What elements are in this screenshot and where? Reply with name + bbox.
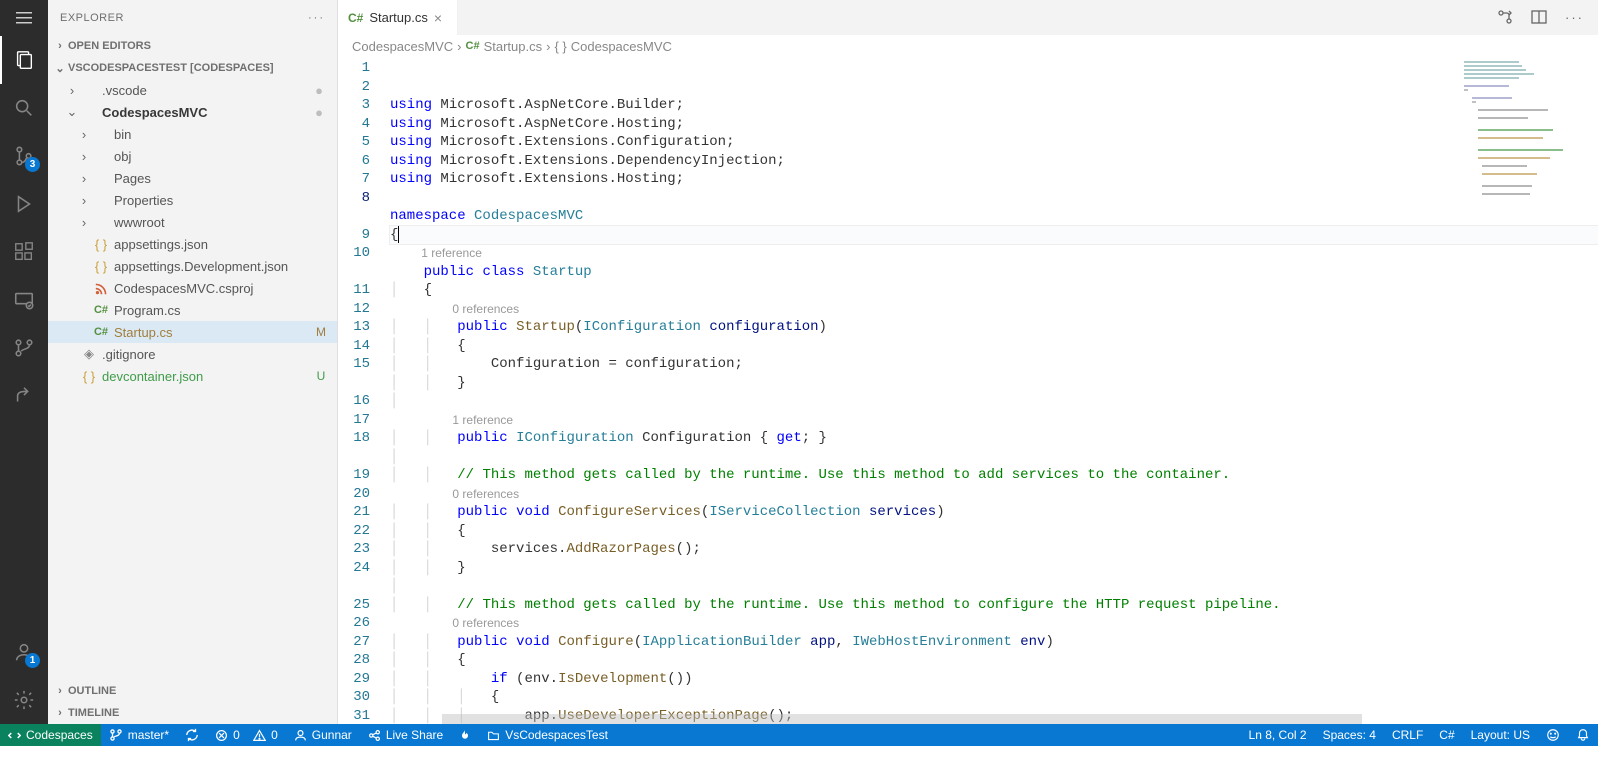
- folder-codespacesmvc[interactable]: ⌄CodespacesMVC●: [48, 101, 337, 123]
- status-bar: Codespaces master* 0 0 Gunnar Live Share…: [0, 724, 1598, 746]
- folder-.vscode[interactable]: ›.vscode●: [48, 79, 337, 101]
- codelens[interactable]: 0 references: [390, 616, 519, 630]
- activity-search[interactable]: [0, 84, 48, 132]
- folder-bin[interactable]: ›bin: [48, 123, 337, 145]
- codelens[interactable]: 0 references: [390, 302, 519, 316]
- chevron-icon: ›: [76, 215, 92, 230]
- activity-source-control[interactable]: 3: [0, 132, 48, 180]
- section-open-editors[interactable]: ›OPEN EDITORS: [48, 35, 337, 57]
- chevron-icon: ›: [76, 127, 92, 142]
- git-icon: ◈: [80, 346, 98, 362]
- file-appsettings.json[interactable]: { }appsettings.json: [48, 233, 337, 255]
- activity-github[interactable]: [0, 324, 48, 372]
- split-editor-icon[interactable]: [1531, 9, 1547, 25]
- chevron-icon: ›: [76, 193, 92, 208]
- file-tree: ›.vscode●⌄CodespacesMVC●›bin›obj›Pages›P…: [48, 79, 337, 680]
- folder-obj[interactable]: ›obj: [48, 145, 337, 167]
- folder-wwwroot[interactable]: ›wwwroot: [48, 211, 337, 233]
- status-remote[interactable]: Codespaces: [0, 724, 101, 746]
- menu-icon[interactable]: [0, 0, 48, 36]
- codelens[interactable]: 1 reference: [390, 413, 513, 427]
- section-timeline[interactable]: ›TIMELINE: [48, 702, 337, 724]
- file-codespacesmvc.csproj[interactable]: CodespacesMVC.csproj: [48, 277, 337, 299]
- json-icon: { }: [92, 259, 110, 274]
- status-lang[interactable]: C#: [1431, 724, 1462, 746]
- tab-label: Startup.cs: [369, 10, 428, 25]
- file-.gitignore[interactable]: ◈.gitignore: [48, 343, 337, 365]
- file-status: M: [313, 325, 329, 339]
- json-icon: { }: [92, 237, 110, 252]
- codelens[interactable]: 0 references: [390, 487, 519, 501]
- sidebar-header: EXPLORER ···: [48, 0, 337, 35]
- activity-settings[interactable]: [0, 676, 48, 724]
- activity-forward[interactable]: [0, 372, 48, 420]
- status-eol[interactable]: CRLF: [1384, 724, 1431, 746]
- chevron-icon: ⌄: [64, 104, 80, 120]
- status-branch[interactable]: master*: [101, 724, 177, 746]
- chevron-icon: ›: [64, 83, 80, 98]
- tabbar: C# Startup.cs × ···: [338, 0, 1598, 35]
- file-status: U: [313, 369, 329, 383]
- status-project[interactable]: VsCodespacesTest: [479, 724, 616, 746]
- status-flame[interactable]: [451, 724, 479, 746]
- status-layout[interactable]: Layout: US: [1463, 724, 1538, 746]
- section-workspace[interactable]: ⌄VSCODESPACESTEST [CODESPACES]: [48, 57, 337, 79]
- codelens[interactable]: 1 reference: [390, 246, 482, 260]
- file-appsettings.development.json[interactable]: { }appsettings.Development.json: [48, 255, 337, 277]
- editor-area: C# Startup.cs × ··· CodespacesMVC › C# S…: [338, 0, 1598, 724]
- status-problems[interactable]: 0 0: [207, 724, 286, 746]
- sidebar-more-icon[interactable]: ···: [308, 12, 325, 24]
- folder-properties[interactable]: ›Properties: [48, 189, 337, 211]
- code-editor[interactable]: 1234567891011121314151617181920212223242…: [338, 57, 1598, 724]
- activity-run[interactable]: [0, 180, 48, 228]
- file-startup.cs[interactable]: C#Startup.csM: [48, 321, 337, 343]
- status-feedback-icon[interactable]: [1538, 724, 1568, 746]
- file-devcontainer.json[interactable]: { }devcontainer.jsonU: [48, 365, 337, 387]
- csharp-icon: C#: [348, 11, 363, 25]
- tab-more-icon[interactable]: ···: [1565, 10, 1584, 25]
- namespace-icon: { }: [554, 39, 566, 54]
- tab-startup-cs[interactable]: C# Startup.cs ×: [338, 0, 458, 35]
- csharp-icon: C#: [466, 40, 480, 52]
- section-outline[interactable]: ›OUTLINE: [48, 680, 337, 702]
- status-liveshare[interactable]: Live Share: [360, 724, 451, 746]
- activity-explorer[interactable]: [0, 36, 48, 84]
- breadcrumb[interactable]: CodespacesMVC › C# Startup.cs › { } Code…: [338, 35, 1598, 57]
- cs-icon: C#: [92, 304, 110, 316]
- chevron-icon: ›: [76, 171, 92, 186]
- file-program.cs[interactable]: C#Program.cs: [48, 299, 337, 321]
- sidebar: EXPLORER ··· ›OPEN EDITORS ⌄VSCODESPACES…: [48, 0, 338, 724]
- activity-bar: 3 1: [0, 0, 48, 724]
- status-user[interactable]: Gunnar: [286, 724, 360, 746]
- activity-extensions[interactable]: [0, 228, 48, 276]
- cs-icon: C#: [92, 326, 110, 338]
- compare-icon[interactable]: [1497, 9, 1513, 25]
- status-spaces[interactable]: Spaces: 4: [1315, 724, 1384, 746]
- code-body[interactable]: using Microsoft.AspNetCore.Builder;using…: [390, 57, 1598, 724]
- json-icon: { }: [80, 369, 98, 384]
- account-badge: 1: [25, 653, 40, 668]
- chevron-icon: ›: [76, 149, 92, 164]
- rss-icon: [92, 282, 110, 295]
- tab-close-icon[interactable]: ×: [434, 10, 442, 26]
- horizontal-scrollbar[interactable]: [442, 714, 1362, 724]
- sidebar-title: EXPLORER: [60, 12, 308, 24]
- status-bell-icon[interactable]: [1568, 724, 1598, 746]
- activity-account[interactable]: 1: [0, 628, 48, 676]
- status-cursor[interactable]: Ln 8, Col 2: [1241, 724, 1315, 746]
- line-gutter: 1234567891011121314151617181920212223242…: [338, 57, 390, 724]
- source-control-badge: 3: [25, 157, 40, 172]
- folder-pages[interactable]: ›Pages: [48, 167, 337, 189]
- activity-remote[interactable]: [0, 276, 48, 324]
- status-sync[interactable]: [177, 724, 207, 746]
